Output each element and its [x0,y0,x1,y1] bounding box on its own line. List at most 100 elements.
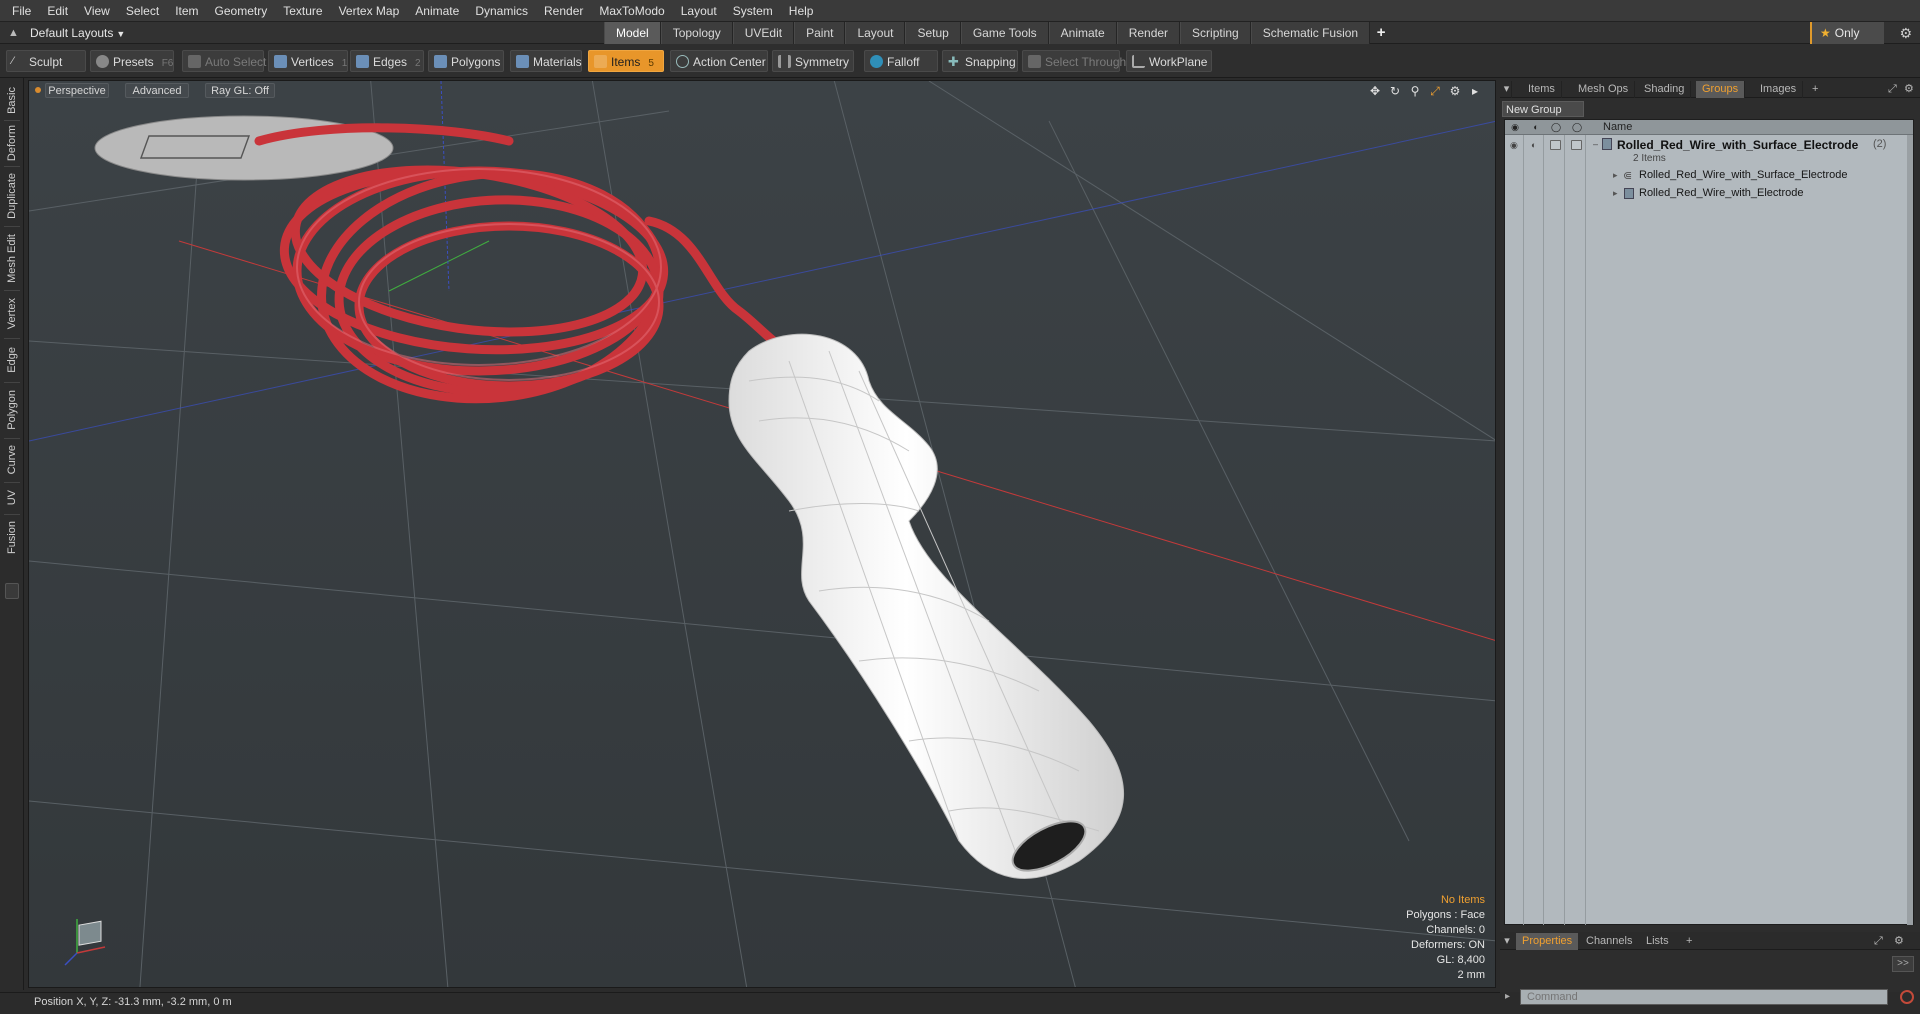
list-item[interactable]: ▸ Rolled_Red_Wire_with_Electrode [1505,186,1913,202]
left-tab-edge[interactable]: Edge [0,340,24,380]
bottom-panel-menu-icon[interactable]: ▾ [1502,933,1512,950]
auto-select-button[interactable]: Auto Select [182,50,266,72]
tab-topology[interactable]: Topology [660,22,733,44]
panel-gear-icon[interactable]: ⚙ [1904,81,1914,98]
falloff-button[interactable]: Falloff [864,50,938,72]
tab-model[interactable]: Model [604,22,661,44]
tab-images[interactable]: Images [1754,81,1804,98]
bottom-maximize-icon[interactable]: ⤢ [1874,933,1883,950]
menu-item[interactable]: Item [167,0,206,22]
render-column-icon[interactable]: ◐ [1530,122,1542,133]
command-history-arrow-icon[interactable]: ▸ [1505,991,1510,1002]
add-bottom-tab-button[interactable]: + [1680,933,1698,950]
layout-dropdown[interactable]: Default Layouts ▼ [30,22,139,44]
expand-arrow-icon[interactable]: ▸ [1613,170,1618,181]
zoom-view-icon[interactable]: ⚲ [1407,83,1423,99]
layout-toggle-icon[interactable]: ▲ [8,26,22,40]
tab-uvedit[interactable]: UVEdit [732,22,795,44]
vertices-button[interactable]: Vertices 1 [268,50,348,72]
left-tab-polygon[interactable]: Polygon [0,384,24,436]
symmetry-button[interactable]: Symmetry [772,50,854,72]
sculpt-button[interactable]: ⁄ Sculpt [6,50,86,72]
new-group-button[interactable]: New Group [1502,101,1584,117]
tab-lists[interactable]: Lists [1640,933,1675,950]
name-column-header[interactable]: Name [1603,121,1632,134]
panel-menu-icon[interactable]: ▾ [1502,81,1512,98]
list-item[interactable]: ▸ ⋐ Rolled_Red_Wire_with_Surface_Electro… [1505,168,1913,184]
edges-button[interactable]: Edges 2 [350,50,424,72]
menu-geometry[interactable]: Geometry [207,0,276,22]
tab-mesh-ops[interactable]: Mesh Ops [1572,81,1636,98]
groups-scrollbar[interactable] [1907,135,1913,925]
group-row[interactable]: ◉ ◐ – Rolled_Red_Wire_with_Surface_Elect… [1505,137,1913,167]
tab-render[interactable]: Render [1116,22,1181,44]
lock-checkbox[interactable] [1550,140,1561,150]
select-column-icon[interactable]: ◯ [1571,122,1583,133]
select-through-button[interactable]: Select Through [1022,50,1126,72]
workplane-button[interactable]: WorkPlane [1126,50,1212,72]
maximize-icon[interactable]: ⤢ [1888,81,1897,98]
add-tab-button[interactable]: + [1370,22,1392,44]
items-button[interactable]: Items 5 [588,50,664,72]
left-panel-toggle-button[interactable] [5,583,19,599]
viewport-more-icon[interactable]: ▸ [1467,83,1483,99]
lock-column-icon[interactable]: ◯ [1550,122,1562,133]
polygons-button[interactable]: Polygons [428,50,504,72]
viewport-menu-dot-icon[interactable] [35,87,41,93]
snapping-button[interactable]: ✚ Snapping [942,50,1018,72]
gear-icon[interactable]: ⚙ [1899,25,1912,42]
menu-dynamics[interactable]: Dynamics [467,0,536,22]
visibility-column-eye-icon[interactable]: ◉ [1509,122,1521,133]
left-tab-mesh-edit[interactable]: Mesh Edit [0,228,24,288]
tab-layout[interactable]: Layout [845,22,906,44]
tab-properties[interactable]: Properties [1516,933,1579,950]
menu-texture[interactable]: Texture [275,0,330,22]
view-mode-button[interactable]: Perspective [45,83,109,98]
menu-layout[interactable]: Layout [673,0,725,22]
menu-animate[interactable]: Animate [407,0,467,22]
left-tab-duplicate[interactable]: Duplicate [0,168,24,224]
tab-scripting[interactable]: Scripting [1180,22,1251,44]
left-tab-fusion[interactable]: Fusion [0,516,24,560]
command-input[interactable] [1520,989,1888,1005]
collapse-arrow-icon[interactable]: – [1593,139,1598,149]
menu-render[interactable]: Render [536,0,591,22]
action-center-button[interactable]: Action Center [670,50,768,72]
shading-mode-button[interactable]: Advanced [125,83,189,98]
left-tab-vertex[interactable]: Vertex [0,292,24,336]
left-tab-curve[interactable]: Curve [0,440,24,480]
bottom-gear-icon[interactable]: ⚙ [1894,933,1904,950]
tab-animate[interactable]: Animate [1048,22,1117,44]
raygl-button[interactable]: Ray GL: Off [205,83,275,98]
tab-items[interactable]: Items [1522,81,1562,98]
tab-groups[interactable]: Groups [1696,81,1746,98]
menu-system[interactable]: System [725,0,781,22]
menu-file[interactable]: File [4,0,39,22]
rotate-view-icon[interactable]: ↻ [1387,83,1403,99]
menu-view[interactable]: View [76,0,118,22]
add-panel-tab-button[interactable]: + [1806,81,1824,98]
tab-schematic-fusion[interactable]: Schematic Fusion [1250,22,1371,44]
tab-shading[interactable]: Shading [1638,81,1692,98]
3d-viewport[interactable]: Perspective Advanced Ray GL: Off ✥ ↻ ⚲ ⤢… [28,80,1496,988]
left-tab-uv[interactable]: UV [0,484,24,512]
presets-button[interactable]: Presets F6 [90,50,174,72]
tab-channels[interactable]: Channels [1580,933,1638,950]
visibility-eye-icon[interactable]: ◉ [1510,140,1518,151]
fit-view-icon[interactable]: ⤢ [1427,83,1443,99]
expand-arrow-icon[interactable]: ▸ [1613,188,1618,199]
left-tab-deform[interactable]: Deform [0,122,24,164]
menu-vertex-map[interactable]: Vertex Map [331,0,408,22]
move-view-icon[interactable]: ✥ [1367,83,1383,99]
menu-maxtomodo[interactable]: MaxToModo [591,0,672,22]
select-checkbox[interactable] [1571,140,1582,150]
tab-game-tools[interactable]: Game Tools [960,22,1049,44]
only-toggle-button[interactable]: ★ Only [1810,22,1884,44]
viewport-settings-gear-icon[interactable]: ⚙ [1447,83,1463,99]
record-macro-icon[interactable] [1900,990,1914,1004]
menu-select[interactable]: Select [118,0,167,22]
menu-help[interactable]: Help [781,0,822,22]
menu-edit[interactable]: Edit [39,0,76,22]
render-toggle-icon[interactable]: ◐ [1531,140,1536,150]
materials-button[interactable]: Materials [510,50,582,72]
